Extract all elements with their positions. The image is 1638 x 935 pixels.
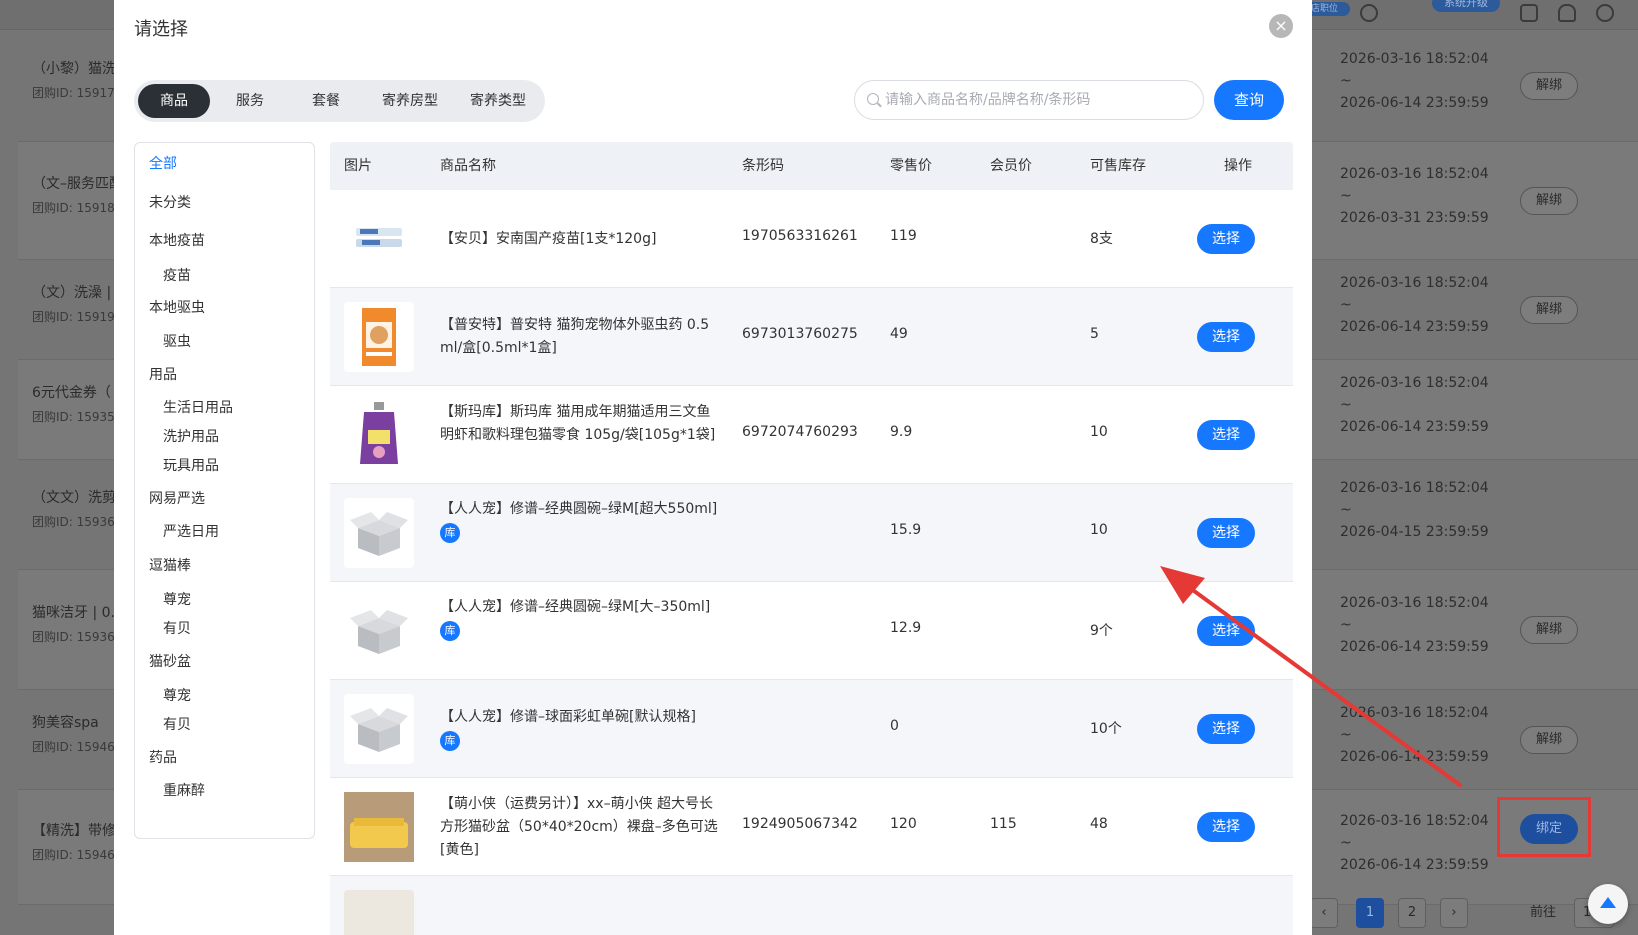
annotation-arrow (1160, 566, 1462, 787)
back-to-top-button[interactable] (1588, 884, 1628, 924)
arrow-up-icon (1600, 897, 1616, 908)
